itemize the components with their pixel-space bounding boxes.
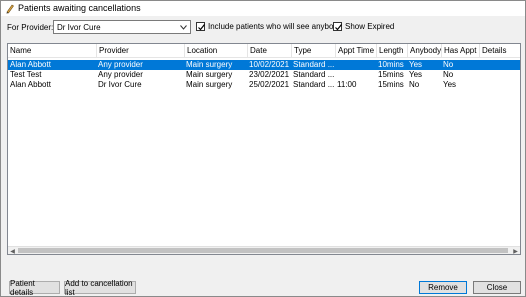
cell-anybody: Yes [409, 70, 423, 79]
cell-provider: Any provider [98, 60, 143, 69]
column-header-date[interactable]: Date [247, 44, 291, 58]
column-header-name[interactable]: Name [8, 44, 96, 58]
cell-name: Alan Abbott [10, 80, 51, 89]
cell-date: 10/02/2021 [249, 60, 290, 69]
scroll-left-icon[interactable]: ◀ [8, 247, 17, 255]
column-header-appt-time[interactable]: Appt Time [335, 44, 376, 58]
cell-type: Standard ... [293, 70, 335, 79]
scrollbar-thumb[interactable] [18, 248, 508, 253]
cell-name: Test Test [10, 70, 42, 79]
cell-provider: Dr Ivor Cure [98, 80, 142, 89]
cell-date: 23/02/2021 [249, 70, 290, 79]
provider-select[interactable]: Dr Ivor Cure [53, 20, 191, 34]
cell-has-appt: Yes [443, 80, 457, 89]
cell-date: 25/02/2021 [249, 80, 290, 89]
horizontal-scrollbar[interactable]: ◀ ▶ [8, 246, 520, 255]
table-row[interactable]: Alan Abbott Dr Ivor Cure Main surgery 25… [8, 80, 520, 90]
pencil-icon [5, 3, 15, 14]
remove-button[interactable]: Remove [419, 281, 467, 294]
cell-anybody: Yes [409, 60, 423, 69]
column-header-details[interactable]: Details [479, 44, 520, 58]
cell-location: Main surgery [186, 70, 233, 79]
provider-select-value: Dr Ivor Cure [57, 23, 101, 32]
table-row[interactable]: Test Test Any provider Main surgery 23/0… [8, 70, 520, 80]
cell-has-appt: No [443, 70, 454, 79]
chevron-down-icon[interactable] [177, 21, 190, 33]
cell-length: 10mins [378, 60, 404, 69]
include-anybody-label: Include patients who will see anybody [208, 22, 342, 31]
cell-location: Main surgery [186, 80, 233, 89]
column-header-has-appt[interactable]: Has Appt [441, 44, 479, 58]
cell-appt-time: 11:00 [337, 80, 357, 89]
show-expired-label: Show Expired [345, 22, 395, 31]
cell-length: 15mins [378, 70, 404, 79]
window-title: Patients awaiting cancellations [18, 3, 141, 13]
cell-anybody: No [409, 80, 420, 89]
add-to-cancellation-list-button[interactable]: Add to cancellation list [64, 279, 136, 297]
title-bar: Patients awaiting cancellations [1, 1, 525, 16]
table-row[interactable]: Alan Abbott Any provider Main surgery 10… [8, 60, 520, 70]
column-header-location[interactable]: Location [184, 44, 247, 58]
checkbox-box[interactable] [333, 22, 342, 31]
window: Patients awaiting cancellations For Prov… [0, 0, 526, 297]
grid-header: Name Provider Location Date Type Appt Ti… [8, 44, 520, 58]
column-header-length[interactable]: Length [376, 44, 407, 58]
cell-length: 15mins [378, 80, 404, 89]
cell-has-appt: No [443, 60, 454, 69]
column-header-provider[interactable]: Provider [96, 44, 184, 58]
patients-grid[interactable]: Name Provider Location Date Type Appt Ti… [7, 43, 521, 255]
cell-type: Standard ... [293, 60, 335, 69]
cell-provider: Any provider [98, 70, 143, 79]
cell-location: Main surgery [186, 60, 233, 69]
cell-type: Standard ... [293, 80, 335, 89]
column-header-anybody[interactable]: Anybody [407, 44, 441, 58]
patient-details-button[interactable]: Patient details [9, 279, 60, 297]
include-anybody-checkbox[interactable]: Include patients who will see anybody [196, 22, 342, 31]
show-expired-checkbox[interactable]: Show Expired [333, 22, 394, 31]
column-header-type[interactable]: Type [291, 44, 335, 58]
provider-label: For Provider: [7, 23, 54, 32]
scroll-right-icon[interactable]: ▶ [511, 247, 520, 255]
cell-name: Alan Abbott [10, 60, 51, 69]
close-button[interactable]: Close [473, 281, 521, 294]
checkbox-box[interactable] [196, 22, 205, 31]
